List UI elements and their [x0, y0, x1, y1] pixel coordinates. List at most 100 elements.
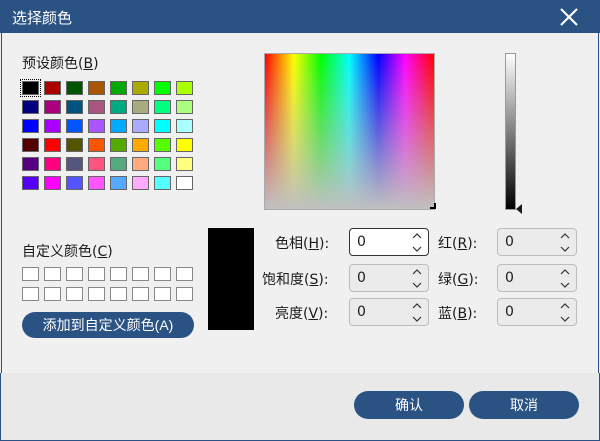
basic-color-swatch[interactable] — [66, 176, 83, 190]
custom-color-swatch[interactable] — [176, 267, 193, 281]
spectrum-crosshair — [430, 203, 436, 209]
chevron-down-icon[interactable] — [409, 243, 425, 255]
close-icon[interactable] — [556, 4, 582, 30]
chevron-up-icon[interactable] — [557, 266, 573, 278]
basic-color-swatch[interactable] — [66, 157, 83, 171]
custom-color-swatch[interactable] — [22, 287, 39, 301]
basic-color-swatch[interactable] — [132, 138, 149, 152]
basic-color-swatch[interactable] — [88, 176, 105, 190]
custom-color-swatch[interactable] — [132, 267, 149, 281]
basic-color-swatch[interactable] — [44, 81, 61, 95]
add-custom-color-button[interactable]: 添加到自定义颜色(A) — [22, 312, 194, 338]
chevron-down-icon[interactable] — [557, 279, 573, 291]
basic-color-swatch[interactable] — [44, 176, 61, 190]
basic-color-swatch[interactable] — [66, 138, 83, 152]
luminance-slider[interactable] — [505, 53, 516, 210]
basic-color-swatch[interactable] — [88, 100, 105, 114]
basic-color-swatch[interactable] — [176, 176, 193, 190]
chevron-up-icon[interactable] — [557, 300, 573, 312]
basic-color-swatch[interactable] — [110, 81, 127, 95]
basic-color-swatch[interactable] — [88, 119, 105, 133]
basic-color-swatch[interactable] — [110, 138, 127, 152]
window-title: 选择颜色 — [12, 9, 73, 27]
custom-colors-label: 自定义颜色(C) — [22, 244, 113, 260]
custom-color-swatch[interactable] — [88, 267, 105, 281]
custom-color-swatch[interactable] — [176, 287, 193, 301]
custom-color-swatch[interactable] — [110, 287, 127, 301]
custom-color-swatch[interactable] — [22, 267, 39, 281]
basic-color-swatch[interactable] — [66, 100, 83, 114]
basic-color-swatch[interactable] — [176, 138, 193, 152]
title-bar: 选择颜色 — [0, 0, 600, 33]
luminance-spinbox[interactable]: 0 — [349, 298, 429, 326]
chevron-up-icon[interactable] — [409, 300, 425, 312]
custom-color-swatch[interactable] — [88, 287, 105, 301]
custom-color-swatch[interactable] — [44, 267, 61, 281]
basic-color-swatch[interactable] — [154, 176, 171, 190]
basic-color-swatch[interactable] — [44, 119, 61, 133]
hue-value: 0 — [357, 234, 366, 250]
chevron-down-icon[interactable] — [557, 243, 573, 255]
ok-button[interactable]: 确认 — [354, 391, 464, 419]
basic-color-swatch[interactable] — [22, 176, 39, 190]
custom-color-grid — [22, 267, 193, 301]
custom-color-swatch[interactable] — [66, 287, 83, 301]
basic-color-swatch[interactable] — [44, 100, 61, 114]
basic-color-swatch[interactable] — [154, 119, 171, 133]
basic-color-swatch[interactable] — [176, 157, 193, 171]
luminance-arrow-icon[interactable] — [516, 204, 522, 214]
blue-spinbox[interactable]: 0 — [497, 298, 577, 326]
color-spectrum[interactable] — [264, 53, 435, 210]
basic-color-swatch[interactable] — [154, 100, 171, 114]
hue-spinbox[interactable]: 0 — [349, 228, 429, 256]
custom-color-swatch[interactable] — [44, 287, 61, 301]
basic-color-swatch[interactable] — [88, 157, 105, 171]
basic-color-swatch[interactable] — [22, 157, 39, 171]
saturation-value: 0 — [357, 270, 366, 286]
basic-color-swatch[interactable] — [22, 119, 39, 133]
basic-color-swatch[interactable] — [110, 100, 127, 114]
red-label: 红(R): — [438, 236, 478, 252]
basic-color-swatch[interactable] — [132, 176, 149, 190]
basic-color-swatch[interactable] — [176, 119, 193, 133]
basic-color-swatch[interactable] — [132, 100, 149, 114]
basic-color-swatch[interactable] — [176, 100, 193, 114]
chevron-up-icon[interactable] — [409, 266, 425, 278]
custom-color-swatch[interactable] — [66, 267, 83, 281]
blue-value: 0 — [505, 304, 514, 320]
basic-color-swatch[interactable] — [110, 119, 127, 133]
custom-color-swatch[interactable] — [154, 287, 171, 301]
chevron-down-icon[interactable] — [409, 313, 425, 325]
chevron-down-icon[interactable] — [557, 313, 573, 325]
basic-color-swatch[interactable] — [44, 138, 61, 152]
basic-color-swatch[interactable] — [66, 81, 83, 95]
basic-color-swatch[interactable] — [88, 138, 105, 152]
basic-color-swatch[interactable] — [44, 157, 61, 171]
basic-color-swatch[interactable] — [110, 176, 127, 190]
chevron-up-icon[interactable] — [409, 230, 425, 242]
custom-color-swatch[interactable] — [110, 267, 127, 281]
basic-color-swatch[interactable] — [176, 81, 193, 95]
cancel-button[interactable]: 取消 — [469, 391, 579, 419]
basic-color-swatch[interactable] — [22, 100, 39, 114]
custom-color-swatch[interactable] — [132, 287, 149, 301]
basic-color-swatch[interactable] — [22, 138, 39, 152]
green-spinbox[interactable]: 0 — [497, 264, 577, 292]
basic-color-swatch[interactable] — [88, 81, 105, 95]
blue-label: 蓝(B): — [438, 306, 478, 322]
basic-color-swatch[interactable] — [154, 157, 171, 171]
chevron-down-icon[interactable] — [409, 279, 425, 291]
basic-color-swatch[interactable] — [154, 81, 171, 95]
basic-color-swatch[interactable] — [132, 157, 149, 171]
basic-color-swatch[interactable] — [132, 81, 149, 95]
custom-color-swatch[interactable] — [154, 267, 171, 281]
basic-color-swatch[interactable] — [66, 119, 83, 133]
basic-colors-label: 预设颜色(B) — [22, 56, 99, 72]
basic-color-swatch[interactable] — [154, 138, 171, 152]
saturation-spinbox[interactable]: 0 — [349, 264, 429, 292]
basic-color-swatch[interactable] — [110, 157, 127, 171]
basic-color-swatch[interactable] — [132, 119, 149, 133]
chevron-up-icon[interactable] — [557, 230, 573, 242]
basic-color-swatch[interactable] — [20, 79, 41, 97]
red-spinbox[interactable]: 0 — [497, 228, 577, 256]
